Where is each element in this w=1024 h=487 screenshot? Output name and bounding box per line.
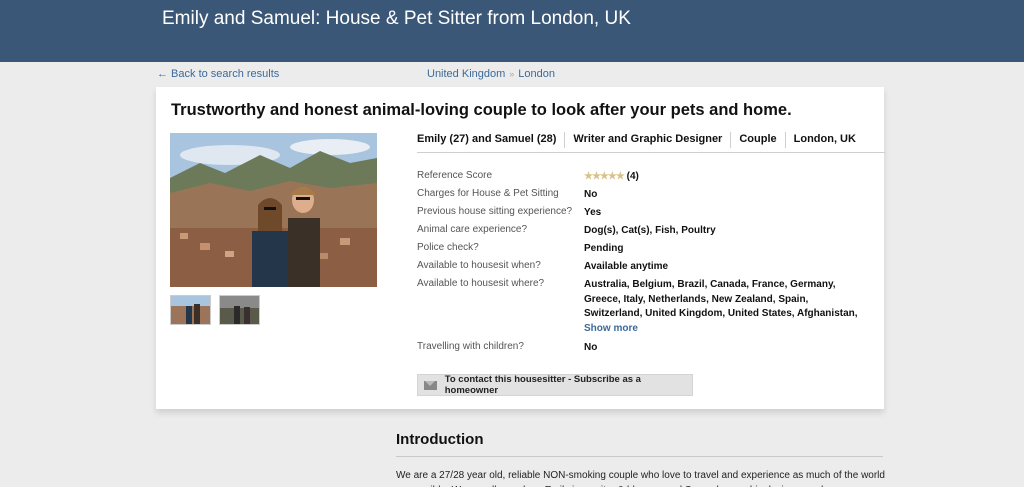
- photo-thumbnail-image: [220, 296, 259, 324]
- introduction-divider: [396, 456, 883, 457]
- star-rating-icon: ★★★★★: [584, 171, 625, 182]
- photo-thumbnail[interactable]: [170, 295, 211, 325]
- listing-headline: Trustworthy and honest animal-loving cou…: [171, 101, 792, 119]
- show-more-link[interactable]: Show more: [584, 323, 638, 334]
- listing-card: Trustworthy and honest animal-loving cou…: [156, 87, 885, 409]
- photo-thumbnail-image: [171, 296, 210, 324]
- detail-value: No: [584, 342, 598, 353]
- breadcrumb-city[interactable]: London: [518, 68, 555, 80]
- detail-label: Previous house sitting experience?: [417, 206, 573, 217]
- detail-label: Animal care experience?: [417, 224, 528, 235]
- detail-value: No: [584, 189, 598, 200]
- detail-label: Police check?: [417, 242, 479, 253]
- photo-thumbnail[interactable]: [219, 295, 260, 325]
- profile-summary: Emily (27) and Samuel (28) Writer and Gr…: [417, 132, 885, 153]
- detail-value: ★★★★★ (4): [584, 170, 869, 185]
- envelope-icon: [424, 380, 437, 390]
- introduction-heading: Introduction: [396, 431, 484, 448]
- breadcrumb-country[interactable]: United Kingdom: [427, 68, 505, 80]
- detail-value: Australia, Belgium, Brazil, Canada, Fran…: [584, 278, 869, 336]
- detail-label: Available to housesit where?: [417, 278, 545, 289]
- countries-list: Australia, Belgium, Brazil, Canada, Fran…: [584, 279, 858, 319]
- profile-names: Emily (27) and Samuel (28): [417, 133, 557, 145]
- introduction-text: We are a 27/28 year old, reliable NON-sm…: [396, 470, 885, 487]
- detail-label: Charges for House & Pet Sitting: [417, 188, 559, 199]
- detail-label: Reference Score: [417, 170, 493, 181]
- profile-photo-image: [170, 133, 377, 287]
- detail-label: Travelling with children?: [417, 341, 524, 352]
- breadcrumb-separator-icon: »: [509, 69, 515, 79]
- breadcrumb: United Kingdom » London: [427, 68, 555, 80]
- detail-value: Pending: [584, 243, 624, 254]
- profile-occupation: Writer and Graphic Designer: [564, 132, 730, 148]
- detail-value: Dog(s), Cat(s), Fish, Poultry: [584, 225, 716, 236]
- detail-label: Available to housesit when?: [417, 260, 541, 271]
- reference-count: (4): [626, 171, 639, 182]
- detail-value: Available anytime: [584, 261, 669, 272]
- back-to-results-link[interactable]: ← Back to search results: [157, 68, 279, 80]
- site-header: Emily and Samuel: House & Pet Sitter fro…: [0, 0, 1024, 62]
- contact-housesitter-button[interactable]: To contact this housesitter - Subscribe …: [417, 374, 693, 396]
- page-title: Emily and Samuel: House & Pet Sitter fro…: [162, 8, 631, 29]
- profile-location: London, UK: [784, 132, 864, 148]
- profile-type: Couple: [730, 132, 784, 148]
- contact-button-label: To contact this housesitter - Subscribe …: [444, 374, 641, 396]
- profile-photo[interactable]: [170, 133, 377, 287]
- detail-value: Yes: [584, 207, 602, 218]
